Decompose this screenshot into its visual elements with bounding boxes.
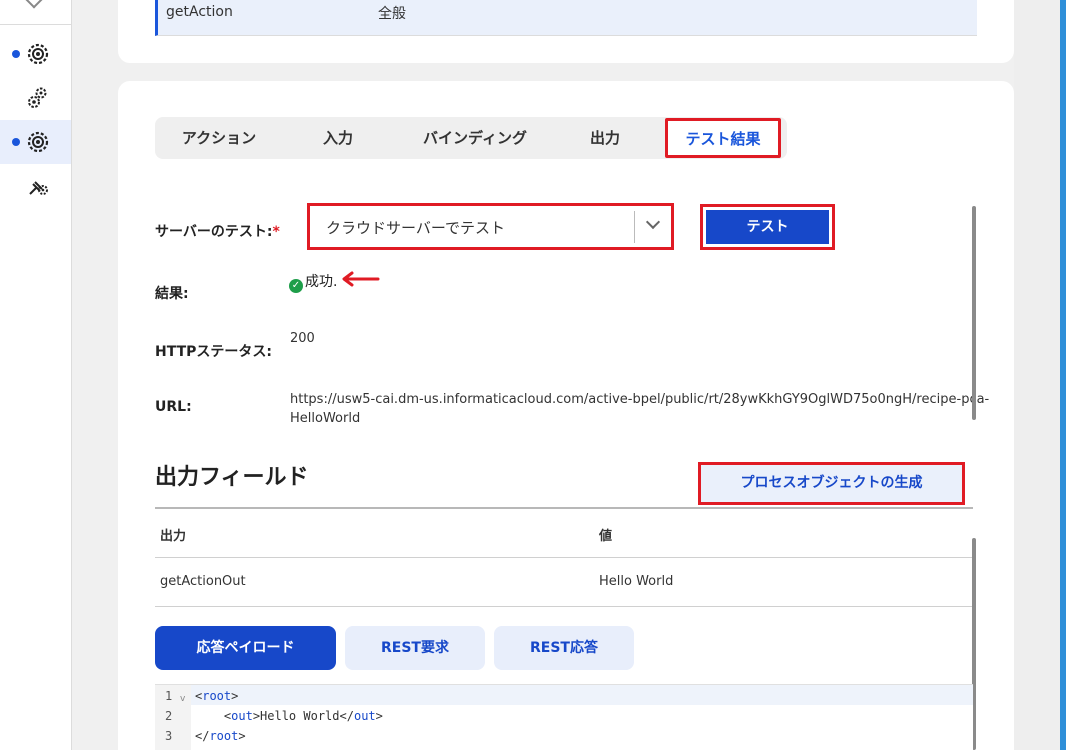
line-number: 2 — [165, 709, 173, 723]
rest-response-button[interactable]: REST応答 — [494, 626, 634, 670]
code-editor[interactable]: 1 v 2 3 <root> <out>Hello World</out> </… — [155, 684, 973, 750]
window-edge — [1060, 0, 1066, 750]
output-cell-value: Hello World — [599, 574, 674, 589]
tab-bar: アクション 入力 バインディング 出力 テスト結果 — [155, 117, 787, 159]
line-number: 3 — [165, 729, 173, 743]
column-header-output: 出力 — [160, 529, 187, 544]
arrow-left-icon — [342, 271, 380, 287]
required-mark: * — [272, 224, 280, 240]
http-status-label: HTTPステータス: — [155, 344, 272, 360]
tab-binding[interactable]: バインディング — [405, 117, 545, 159]
chevron-down-icon[interactable] — [25, 0, 43, 9]
rest-request-button[interactable]: REST要求 — [345, 626, 485, 670]
url-value: https://usw5-cai.dm-us.informaticacloud.… — [290, 392, 990, 426]
line-gutter: 1 v 2 3 — [155, 685, 191, 750]
tab-input[interactable]: 入力 — [303, 117, 373, 159]
background-panel — [1014, 0, 1066, 750]
gear-icon — [27, 43, 49, 65]
code-line: </root> — [195, 729, 246, 743]
status-dot — [12, 138, 20, 146]
rail-divider — [0, 24, 71, 25]
output-fields-title: 出力フィールド — [155, 465, 309, 490]
line-number: 1 — [165, 689, 173, 703]
action-category: 全般 — [378, 6, 406, 22]
response-payload-button[interactable]: 応答ペイロード — [155, 626, 336, 670]
rail-item-1[interactable] — [0, 32, 71, 76]
current-line-highlight — [191, 685, 973, 705]
result-label: 結果: — [155, 286, 189, 302]
tab-test-results[interactable]: テスト結果 — [665, 118, 781, 158]
scrollbar[interactable] — [972, 206, 976, 420]
generate-process-object-button[interactable]: プロセスオブジェクトの生成 — [698, 462, 965, 505]
code-line: <root> — [195, 689, 239, 703]
table-row[interactable]: getAction 全般 — [155, 0, 977, 36]
test-button[interactable]: テスト — [706, 210, 829, 244]
tab-action[interactable]: アクション — [169, 117, 269, 159]
rail-item-3[interactable] — [0, 120, 71, 164]
action-name: getAction — [166, 4, 233, 20]
table-divider — [155, 606, 973, 607]
output-cell-name: getActionOut — [160, 574, 246, 589]
server-select[interactable]: クラウドサーバーでテスト — [307, 203, 674, 250]
select-divider — [634, 211, 635, 243]
plug-gear-icon — [29, 181, 48, 195]
test-button-highlight: テスト — [700, 204, 835, 250]
column-header-value: 値 — [599, 529, 613, 544]
server-select-value: クラウドサーバーでテスト — [326, 219, 505, 237]
rail-item-2[interactable] — [0, 76, 71, 120]
check-circle-icon: ✓ — [289, 279, 303, 293]
rail-item-4[interactable] — [0, 164, 71, 208]
code-line: <out>Hello World</out> — [195, 709, 383, 723]
status-dot — [12, 50, 20, 58]
chevron-down-icon[interactable] — [645, 214, 661, 230]
gears-icon — [28, 87, 47, 108]
server-label: サーバーのテスト:* — [155, 224, 280, 240]
http-status-value: 200 — [290, 331, 315, 346]
table-divider — [155, 557, 973, 558]
url-label: URL: — [155, 399, 192, 415]
fold-chevron-icon[interactable]: v — [180, 694, 185, 704]
table-divider — [155, 507, 973, 509]
tab-output[interactable]: 出力 — [575, 117, 635, 159]
result-value: ✓ 成功. — [289, 271, 337, 293]
gear-icon — [27, 131, 49, 153]
left-rail — [0, 0, 72, 750]
